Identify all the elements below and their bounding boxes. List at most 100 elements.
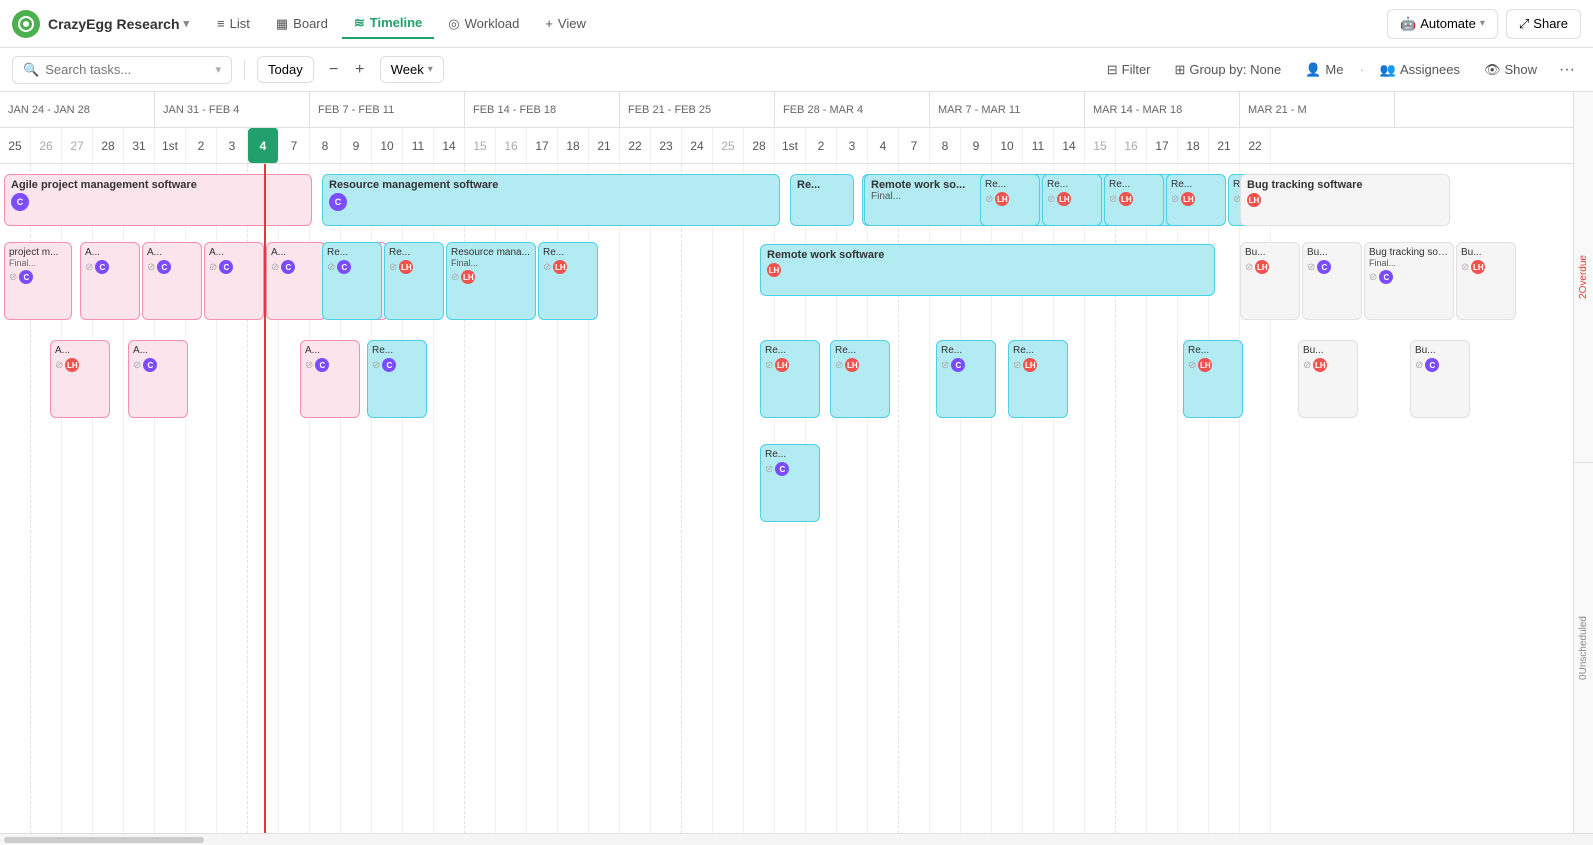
- task-card-a1[interactable]: A... ⊘C: [80, 242, 140, 320]
- bu-gray-row3-2: Bu... ⊘C: [1410, 340, 1470, 418]
- person-icon: 👤: [1305, 62, 1321, 78]
- grid-line: [620, 164, 651, 833]
- share-button[interactable]: ⤢ Share: [1506, 9, 1581, 39]
- task-card-a4[interactable]: A... ⊘C: [266, 242, 326, 320]
- day-cell-25: 25: [0, 128, 31, 163]
- avatar: C: [315, 358, 329, 372]
- prev-arrow-button[interactable]: −: [322, 58, 346, 82]
- timeline-icon: ≋: [354, 15, 365, 31]
- toolbar: 🔍 ▾ Today − + Week ▾ ⊟ Filter ⊞ Group by…: [0, 48, 1593, 92]
- search-input[interactable]: [45, 62, 209, 77]
- avatar-row: LH: [767, 263, 1208, 277]
- day-cell-7: 7: [899, 128, 930, 163]
- task-card-re1[interactable]: Re... ⊘ LH: [980, 174, 1040, 226]
- groupby-button[interactable]: ⊞ Group by: None: [1167, 57, 1290, 83]
- more-options-button[interactable]: ···: [1553, 57, 1581, 83]
- task-card-re2[interactable]: Re... ⊘ LH: [1042, 174, 1102, 226]
- avatar: LH: [1247, 193, 1261, 207]
- gantt-bar-agile[interactable]: Agile project management software C: [4, 174, 312, 226]
- automate-icon: 🤖: [1400, 16, 1416, 32]
- task-card-re-r2-2[interactable]: Re... ⊘LH: [384, 242, 444, 320]
- task-card-bu3[interactable]: Bu... ⊘LH: [1456, 242, 1516, 320]
- task-card-re-r2-1[interactable]: Re... ⊘C: [322, 242, 382, 320]
- overdue-label: 2Overdue: [1574, 92, 1593, 463]
- unscheduled-label: 0Unscheduled: [1574, 463, 1593, 834]
- week-selector-button[interactable]: Week ▾: [380, 56, 444, 83]
- day-cell-26: 26: [31, 128, 62, 163]
- re-teal-row4: Re... ⊘C: [760, 444, 820, 522]
- task-card-resource-mana[interactable]: Resource mana... Final... ⊘LH: [446, 242, 536, 320]
- app-title[interactable]: CrazyEgg Research ▾: [48, 16, 189, 32]
- task-card-bu2[interactable]: Bu... ⊘C: [1302, 242, 1362, 320]
- task-card-re-r3-2[interactable]: Re... ⊘LH: [830, 340, 890, 418]
- avatar-row: C: [329, 193, 773, 211]
- task-card-bu1[interactable]: Bu... ⊘LH: [1240, 242, 1300, 320]
- toolbar-divider: [244, 60, 245, 80]
- gantt-bar-remote-sm1[interactable]: Re...: [790, 174, 854, 226]
- day-cell-14: 14: [1054, 128, 1085, 163]
- task-card-a-row3-2[interactable]: A... ⊘ C: [128, 340, 188, 418]
- automate-button[interactable]: 🤖 Automate ▾: [1387, 9, 1498, 39]
- task-card-re-r3-1[interactable]: Re... ⊘LH: [760, 340, 820, 418]
- avatar-row: LH: [1247, 193, 1443, 207]
- scrollbar-thumb[interactable]: [4, 837, 204, 843]
- tab-view[interactable]: + View: [533, 10, 598, 37]
- timeline-wrapper: JAN 24 - JAN 28 JAN 31 - FEB 4 FEB 7 - F…: [0, 92, 1593, 833]
- gantt-bar-remote-work-row3[interactable]: Remote work software LH: [760, 244, 1215, 296]
- gantt-bar-title: Agile project management software: [11, 179, 305, 191]
- task-card-project-m[interactable]: project m... Final... ⊘ C: [4, 242, 72, 320]
- show-button[interactable]: 👁 Show: [1476, 57, 1545, 83]
- avatar: LH: [1198, 358, 1212, 372]
- week-header: FEB 28 - MAR 4: [775, 92, 930, 127]
- week-header: MAR 21 - M: [1240, 92, 1395, 127]
- gantt-bar-bug[interactable]: Bug tracking software LH: [1240, 174, 1450, 226]
- avatar: LH: [1255, 260, 1269, 274]
- tab-workload[interactable]: ◎ Workload: [436, 10, 531, 38]
- filter-button[interactable]: ⊟ Filter: [1099, 57, 1159, 83]
- avatar: C: [19, 270, 33, 284]
- task-card-re-r3-5[interactable]: Re... ⊘LH: [1183, 340, 1243, 418]
- day-cell-22: 22: [1240, 128, 1271, 163]
- day-cell-18: 18: [558, 128, 589, 163]
- task-card-re-r3-3[interactable]: Re... ⊘C: [936, 340, 996, 418]
- tab-timeline[interactable]: ≋ Timeline: [342, 9, 434, 39]
- chevron-down-icon: ▾: [184, 17, 190, 30]
- task-card-re-r4[interactable]: Re... ⊘C: [760, 444, 820, 522]
- task-card-a2[interactable]: A... ⊘C: [142, 242, 202, 320]
- task-card-bu-r3-1[interactable]: Bu... ⊘LH: [1298, 340, 1358, 418]
- task-card-re4[interactable]: Re... ⊘ LH: [1166, 174, 1226, 226]
- day-cell-1st: 1st: [155, 128, 186, 163]
- avatar: C: [1425, 358, 1439, 372]
- me-button[interactable]: 👤 Me: [1297, 57, 1351, 83]
- task-card-a3[interactable]: A... ⊘C: [204, 242, 264, 320]
- day-cell-11: 11: [403, 128, 434, 163]
- dot-separator: ·: [1359, 62, 1363, 77]
- day-cell-16: 16: [496, 128, 527, 163]
- tab-list[interactable]: ≡ List: [205, 10, 262, 37]
- groupby-icon: ⊞: [1175, 62, 1186, 78]
- task-card-re3[interactable]: Re... ⊘ LH: [1104, 174, 1164, 226]
- search-box[interactable]: 🔍 ▾: [12, 56, 232, 84]
- avatar: LH: [1313, 358, 1327, 372]
- task-card-a-row3-3[interactable]: A... ⊘ C: [300, 340, 360, 418]
- next-arrow-button[interactable]: +: [348, 58, 372, 82]
- avatar: LH: [65, 358, 79, 372]
- today-line: [264, 164, 266, 833]
- avatar: LH: [461, 270, 475, 284]
- nav-right-actions: 🤖 Automate ▾ ⤢ Share: [1387, 9, 1581, 39]
- horizontal-scrollbar[interactable]: [0, 833, 1593, 845]
- task-card-re-r2-3[interactable]: Re... ⊘LH: [538, 242, 598, 320]
- assignees-button[interactable]: 👥 Assignees: [1372, 57, 1468, 83]
- day-cell-3: 3: [837, 128, 868, 163]
- day-cell-8: 8: [310, 128, 341, 163]
- gantt-bar-resource[interactable]: Resource management software C: [322, 174, 780, 226]
- task-card-bu-r3-2[interactable]: Bu... ⊘C: [1410, 340, 1470, 418]
- timeline-scroll-area[interactable]: JAN 24 - JAN 28 JAN 31 - FEB 4 FEB 7 - F…: [0, 92, 1593, 833]
- task-card-re-row3[interactable]: Re... ⊘ C: [367, 340, 427, 418]
- task-card-bu-final[interactable]: Bug tracking sof... Final... ⊘C: [1364, 242, 1454, 320]
- re-teal-row3-right: Re... ⊘LH: [760, 340, 820, 418]
- task-card-re-r3-4[interactable]: Re... ⊘LH: [1008, 340, 1068, 418]
- task-card-a-row3-left[interactable]: A... ⊘ LH: [50, 340, 110, 418]
- today-button[interactable]: Today: [257, 56, 314, 83]
- tab-board[interactable]: ▦ Board: [264, 10, 340, 38]
